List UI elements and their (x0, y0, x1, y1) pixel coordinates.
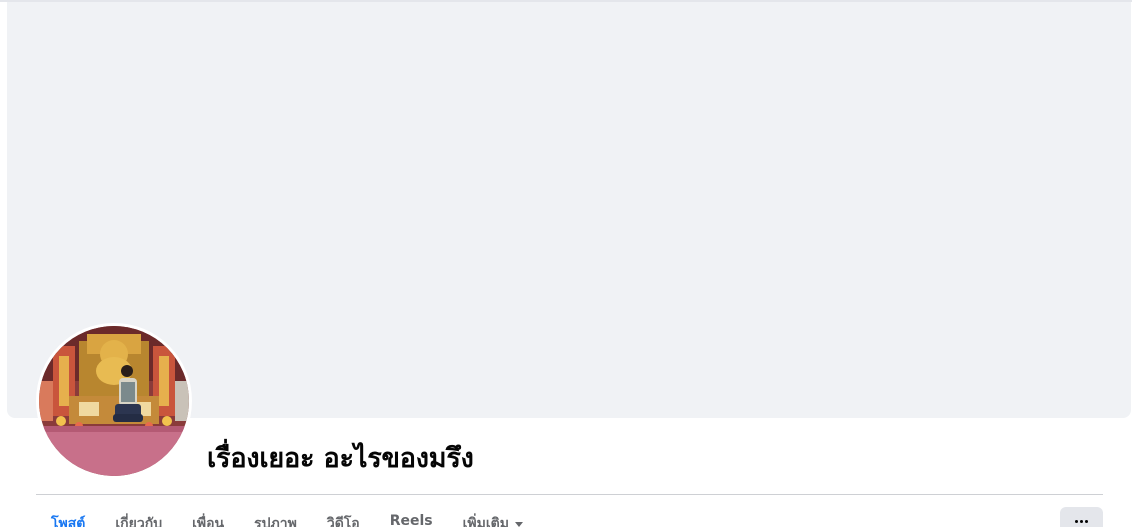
tab-label: รูปภาพ (254, 516, 297, 527)
tab-posts[interactable]: โพสต์ (36, 505, 100, 527)
profile-options-button[interactable] (1060, 507, 1103, 527)
tab-label: Reels (389, 513, 433, 527)
tab-label: เพื่อน (192, 516, 225, 527)
tab-reels[interactable]: Reels (375, 505, 448, 527)
tab-label: เกี่ยวกับ (115, 516, 163, 527)
tabs-divider (36, 494, 1103, 495)
tab-label: วิดีโอ (326, 516, 360, 527)
more-dots-icon (1075, 520, 1088, 527)
caret-down-icon (514, 521, 523, 527)
tab-photos[interactable]: รูปภาพ (239, 505, 312, 527)
profile-name: เรื่องเยอะ อะไรของมรึง (207, 443, 474, 474)
tab-about[interactable]: เกี่ยวกับ (100, 505, 177, 527)
tab-label: โพสต์ (51, 516, 86, 527)
avatar-ring (36, 323, 192, 479)
tab-friends[interactable]: เพื่อน (177, 505, 239, 527)
profile-page: เรื่องเยอะ อะไรของมรึง โพสต์ เกี่ยวกับ เ… (0, 0, 1132, 527)
profile-tabs: โพสต์ เกี่ยวกับ เพื่อน รูปภาพ วิดีโอ Ree… (36, 505, 538, 527)
profile-avatar[interactable] (39, 326, 189, 476)
tab-more[interactable]: เพิ่มเติม (448, 505, 538, 527)
avatar-photo-image (39, 326, 189, 476)
tab-label: เพิ่มเติม (462, 516, 509, 527)
tab-videos[interactable]: วิดีโอ (312, 505, 375, 527)
